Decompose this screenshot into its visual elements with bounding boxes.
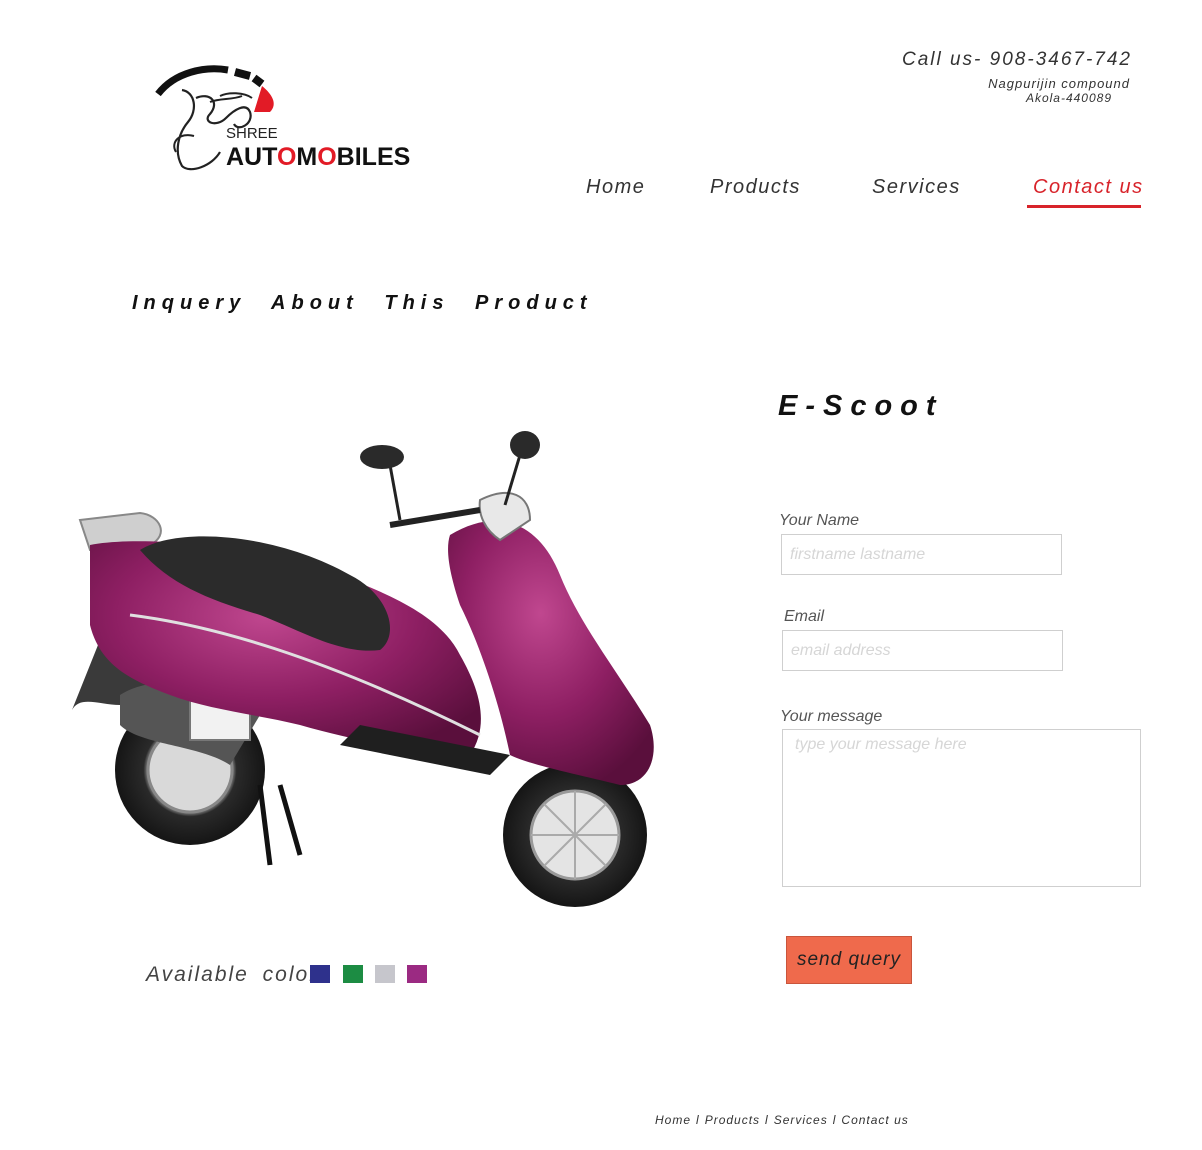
right-mirror: [510, 431, 540, 459]
scooter-image: [72, 431, 654, 907]
footer-separator: l: [832, 1113, 837, 1127]
left-mirror: [360, 445, 404, 469]
email-input[interactable]: [782, 630, 1063, 671]
address-line-1: Nagpurijin compound: [988, 76, 1130, 91]
name-input[interactable]: [781, 534, 1062, 575]
logo-arc: [155, 65, 229, 97]
logo-red-needle: [254, 86, 274, 112]
call-us-text: Call us- 908-3467-742: [901, 49, 1132, 70]
footer-link-products[interactable]: Products: [705, 1113, 760, 1127]
nav-home[interactable]: Home: [586, 176, 645, 199]
color-swatch-green[interactable]: [343, 965, 363, 983]
product-title: E-Scoot: [778, 390, 944, 422]
address-line-2: Akola-440089: [1025, 91, 1112, 105]
nav-products[interactable]: Products: [710, 176, 801, 199]
footer-separator: l: [765, 1113, 769, 1127]
nav-contact-us[interactable]: Contact us: [1033, 176, 1144, 199]
page-heading: Inquery About This Product: [132, 292, 593, 314]
message-label: Your message: [780, 708, 883, 725]
color-swatch-silver[interactable]: [375, 965, 395, 983]
logo-shree-text: SHREE: [226, 125, 278, 142]
available-colors-label: Available colors: [146, 963, 331, 986]
email-label: Email: [784, 608, 825, 625]
footer-link-services[interactable]: Services: [774, 1113, 828, 1127]
logo-brand-text: AUTOMOBILES: [226, 143, 411, 171]
color-swatch-blue[interactable]: [310, 965, 330, 983]
footer-nav: Home l Products l Services l Contact us: [655, 1113, 909, 1127]
name-label: Your Name: [779, 512, 860, 529]
nav-services[interactable]: Services: [872, 176, 961, 199]
footer-link-contact-us[interactable]: Contact us: [841, 1113, 908, 1127]
footer-link-home[interactable]: Home: [655, 1113, 691, 1127]
message-textarea[interactable]: [782, 729, 1141, 887]
send-query-button[interactable]: send query: [786, 936, 912, 984]
color-swatch-purple[interactable]: [407, 965, 427, 983]
nav-active-underline: [1027, 205, 1141, 208]
footer-separator: l: [696, 1113, 700, 1127]
